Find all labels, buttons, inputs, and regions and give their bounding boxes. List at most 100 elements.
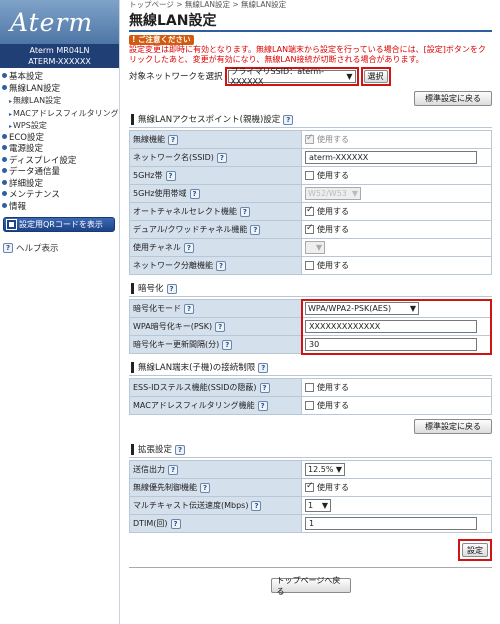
table-row: 暗号化キー更新間隔(分)? 30 [129,335,492,354]
back-to-top-button[interactable]: トップページへ戻る [270,576,351,596]
help-icon[interactable]: ? [215,321,226,332]
caution-label-text: ご注意ください [138,35,191,44]
mac-filter-checkbox[interactable] [305,401,314,410]
target-network-value: プライマリSSID：aterm-XXXXXX [230,67,324,86]
table-row: 使用チャネル? ▼ [129,238,492,257]
help-icon[interactable]: ? [189,188,200,199]
extended-title-text: 拡張設定 [138,444,173,455]
table-row: MACアドレスフィルタリング機能? 使用する [129,396,492,415]
checkbox-label: 使用する [317,383,349,392]
table-row: オートチャネルセレクト機能? 使用する [129,202,492,221]
help-icon[interactable]: ? [222,339,233,350]
key-interval-input[interactable]: 30 [305,338,477,351]
help-icon[interactable]: ? [184,303,194,314]
page-title: 無線LAN設定 [129,10,492,32]
chevron-down-icon: ▼ [409,304,416,313]
help-icon[interactable]: ? [258,362,269,373]
tx-power-label: 送信出力 [133,465,165,474]
nav-item-data-usage[interactable]: データ通信量 [2,167,119,179]
stealth-checkbox[interactable] [305,383,314,392]
help-icon[interactable]: ? [165,170,176,181]
nav-item-power[interactable]: 電源設定 [2,144,119,156]
network-isolation-cell: 使用する [301,256,492,275]
multicast-rate-cell: 1 ▼ [301,496,492,515]
row-label: ネットワーク名(SSID)? [129,148,302,167]
help-icon[interactable]: ? [168,134,178,145]
5ghz-cell: 使用する [301,166,492,185]
help-icon[interactable]: ? [216,152,227,163]
extended-section-title: 拡張設定? [129,442,492,458]
target-network-highlight: プライマリSSID：aterm-XXXXXX ▼ [224,66,359,86]
qr-icon [6,219,17,230]
table-row: 無線優先制御機能? 使用する [129,478,492,497]
help-icon[interactable]: ? [257,400,268,411]
target-network-label: 対象ネットワークを選択 [129,72,223,82]
table-row: 送信出力? 12.5% ▼ [129,460,492,479]
wireless-function-checkbox [305,133,314,144]
help-icon[interactable]: ? [239,206,250,217]
row-label: 暗号化モード? [129,299,302,318]
aterm-logo: Aterm [0,0,119,44]
chevron-down-icon: ▼ [351,189,358,198]
table-row: DTIM(回)? 1 [129,514,492,533]
nav-item-display[interactable]: ディスプレイ設定 [2,156,119,168]
client-restriction-table: ESS-IDステルス機能(SSIDの隠蔽)? 使用する MACアドレスフィルタリ… [129,378,492,415]
mac-filter-label: MACアドレスフィルタリング機能 [133,401,255,410]
ssid-input[interactable]: aterm-XXXXXX [305,151,477,164]
help-icon[interactable]: ? [168,464,178,475]
stealth-label: ESS-IDステルス機能(SSIDの隠蔽) [133,383,257,392]
wmm-checkbox[interactable] [305,481,314,492]
table-row: マルチキャスト伝送速度(Mbps)? 1 ▼ [129,496,492,515]
help-icon[interactable]: ? [183,242,194,253]
5ghz-checkbox[interactable] [305,171,314,180]
network-isolation-checkbox[interactable] [305,261,314,270]
psk-cell: XXXXXXXXXXXXX [301,317,492,336]
encryption-mode-value: WPA/WPA2-PSK(AES) [308,304,392,313]
select-button[interactable]: 選択 [363,69,388,83]
auto-channel-checkbox[interactable] [305,205,314,216]
nav-item-basic[interactable]: 基本設定 [2,72,119,84]
target-network-select[interactable]: プライマリSSID：aterm-XXXXXX ▼ [227,67,356,86]
extended-settings-table: 送信出力? 12.5%▼ 無線優先制御機能? 使用する マルチキャスト伝送速度(… [129,460,492,533]
help-link[interactable]: ? ヘルプ表示 [3,242,119,254]
table-row: 5GHz使用帯域? W52/W53 ▼ [129,184,492,203]
wireless-function-cell: 使用する [301,130,492,149]
encryption-mode-select[interactable]: WPA/WPA2-PSK(AES) ▼ [305,302,419,315]
row-label: デュアル/クワッドチャネル機能? [129,220,302,239]
nav-subitem-wlan[interactable]: 無線LAN設定 [2,95,119,108]
nav-item-advanced[interactable]: 詳細設定 [2,179,119,191]
nav-item-maintenance[interactable]: メンテナンス [2,190,119,202]
help-icon[interactable]: ? [175,444,186,455]
help-icon[interactable]: ? [170,518,181,529]
nav-subitem-wps[interactable]: WPS設定 [2,120,119,133]
help-icon[interactable]: ? [259,382,270,393]
dtim-input[interactable]: 1 [305,517,477,530]
dual-channel-checkbox[interactable] [305,223,314,234]
restore-default-button-top[interactable]: 標準設定に戻る [414,91,492,106]
multicast-rate-select[interactable]: 1 ▼ [305,499,331,512]
qr-code-button[interactable]: 設定用QRコードを表示 [3,217,115,232]
help-icon[interactable]: ? [166,283,177,294]
restore-default-button-bottom[interactable]: 標準設定に戻る [414,419,492,434]
help-icon[interactable]: ? [251,500,262,511]
set-button[interactable]: 設定 [462,543,488,557]
psk-input[interactable]: XXXXXXXXXXXXX [305,320,477,333]
multicast-rate-label: マルチキャスト伝送速度(Mbps) [133,501,249,510]
help-icon[interactable]: ? [283,114,294,125]
mac-filter-cell: 使用する [301,396,492,415]
row-label: DTIM(回)? [129,514,302,533]
auto-channel-cell: 使用する [301,202,492,221]
help-icon: ? [3,243,13,253]
encryption-table: 暗号化モード? WPA/WPA2-PSK(AES) ▼ WPA暗号化キー(PSK)… [129,299,492,354]
ap-settings-table: 無線機能? 使用する ネットワーク名(SSID)? aterm-XXXXXX 5… [129,130,492,275]
tx-power-select[interactable]: 12.5% ▼ [305,463,345,476]
channel-select: ▼ [305,241,325,255]
help-icon[interactable]: ? [250,224,261,235]
nav-item-eco[interactable]: ECO設定 [2,133,119,145]
nav-item-info[interactable]: 情報 [2,202,119,214]
help-icon[interactable]: ? [216,260,226,271]
nav-item-wlan[interactable]: 無線LAN設定 [2,84,119,96]
nav-subitem-mac-filter[interactable]: MACアドレスフィルタリング [2,108,119,121]
stealth-cell: 使用する [301,378,492,397]
help-icon[interactable]: ? [200,482,210,493]
